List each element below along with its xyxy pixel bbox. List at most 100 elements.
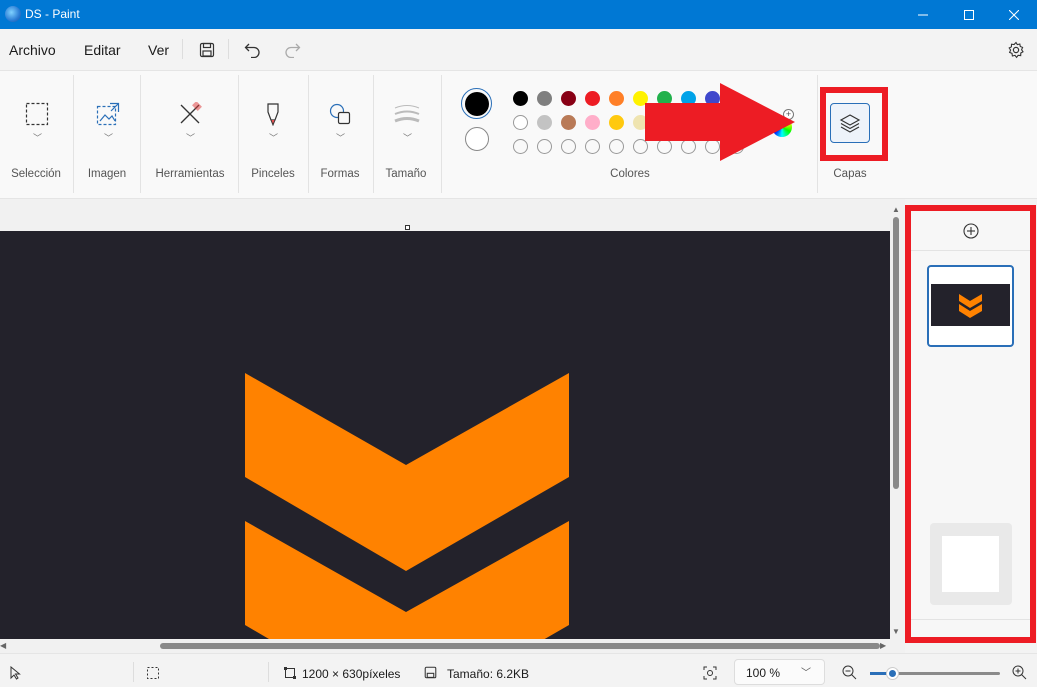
red-arrow-annotation [645, 83, 795, 161]
canvas-size-icon [284, 667, 296, 682]
zoom-in-icon[interactable] [1012, 665, 1027, 683]
color-swatch[interactable] [609, 115, 624, 130]
orange-chevron-logo [245, 373, 569, 639]
file-size: Tamaño: 6.2KB [447, 667, 530, 681]
color-swatch[interactable] [513, 115, 528, 130]
empty-color-slot[interactable] [561, 139, 576, 154]
size-lines-icon[interactable] [394, 101, 420, 127]
color-swatch[interactable] [561, 115, 576, 130]
chevron-down-icon[interactable]: ﹀ [403, 131, 412, 144]
layers-button[interactable] [830, 103, 870, 143]
brush-icon[interactable] [260, 101, 286, 127]
title-bar: DS - Paint [0, 0, 1037, 29]
window-title: DS - Paint [25, 7, 80, 21]
menu-editar[interactable]: Editar [84, 42, 121, 58]
layer-preview-image [931, 284, 1010, 326]
canvas-resize-handle[interactable] [405, 225, 410, 230]
ribbon: ﹀ Selección ﹀ Imagen ﹀ Herramientas ﹀ Pi… [0, 70, 1037, 199]
group-label-imagen: Imagen [87, 168, 127, 180]
color-swatch[interactable] [537, 91, 552, 106]
color-swatch[interactable] [585, 115, 600, 130]
tools-pencil-icon[interactable] [177, 101, 203, 127]
add-layer-button[interactable] [911, 211, 1030, 251]
zoom-select[interactable]: 100 % ﹀ [734, 659, 825, 685]
file-size-save-icon [424, 666, 437, 682]
chevron-down-icon[interactable]: ﹀ [186, 131, 195, 144]
zoom-slider-track[interactable] [870, 667, 1000, 680]
ribbon-divider [238, 75, 239, 193]
chevron-down-icon[interactable]: ﹀ [269, 131, 278, 144]
drawing-canvas[interactable] [0, 231, 890, 639]
minimize-button[interactable] [900, 0, 946, 29]
maximize-button[interactable] [946, 0, 992, 29]
ribbon-divider [373, 75, 374, 193]
chevron-down-icon[interactable]: ﹀ [104, 131, 113, 144]
secondary-color-button[interactable] [465, 127, 489, 151]
shapes-icon[interactable] [327, 101, 353, 127]
status-bar: 1200 × 630píxeles Tamaño: 6.2KB 100 % ﹀ [0, 653, 1037, 687]
layer-thumbnail-selected[interactable] [927, 265, 1014, 347]
layers-panel [905, 205, 1036, 643]
zoom-out-icon[interactable] [842, 665, 857, 683]
background-layer-thumbnail[interactable] [930, 523, 1012, 605]
panel-divider [911, 619, 1030, 620]
empty-color-slot[interactable] [585, 139, 600, 154]
redo-icon[interactable] [280, 38, 304, 62]
primary-color-swatch [464, 91, 489, 116]
scroll-down-arrow-icon[interactable]: ▼ [892, 627, 900, 636]
color-swatch[interactable] [561, 91, 576, 106]
horizontal-scrollbar[interactable]: ◀ ▶ [0, 641, 890, 651]
status-divider [268, 662, 269, 682]
menu-divider [182, 39, 183, 59]
vertical-scroll-thumb[interactable] [893, 217, 899, 489]
menu-bar: Archivo Editar Ver [0, 29, 1037, 70]
scroll-right-arrow-icon[interactable]: ▶ [880, 641, 886, 650]
fit-to-window-icon[interactable] [703, 666, 717, 683]
group-label-colores: Colores [610, 168, 650, 180]
menu-divider [228, 39, 229, 59]
undo-icon[interactable] [241, 38, 265, 62]
group-label-pinceles: Pinceles [251, 168, 295, 180]
chevron-down-icon: ﹀ [801, 668, 811, 679]
settings-gear-icon[interactable] [1004, 38, 1028, 62]
empty-color-slot[interactable] [537, 139, 552, 154]
group-label-herramientas: Herramientas [155, 168, 225, 180]
chevron-down-icon[interactable]: ﹀ [33, 131, 42, 144]
color-swatch[interactable] [537, 115, 552, 130]
scroll-left-arrow-icon[interactable]: ◀ [0, 641, 6, 650]
menu-archivo[interactable]: Archivo [9, 42, 56, 58]
zoom-value: 100 % [746, 666, 781, 680]
color-swatch[interactable] [609, 91, 624, 106]
group-label-tamano: Tamaño [385, 168, 427, 180]
canvas-dimensions: 1200 × 630píxeles [302, 667, 401, 681]
selection-size-icon [147, 667, 159, 682]
primary-color-button[interactable] [461, 88, 492, 119]
color-swatch[interactable] [513, 91, 528, 106]
group-label-capas: Capas [833, 168, 867, 180]
empty-color-slot[interactable] [609, 139, 624, 154]
chevron-down-icon[interactable]: ﹀ [336, 131, 345, 144]
ribbon-divider [441, 75, 442, 193]
close-button[interactable] [991, 0, 1037, 29]
layers-icon [839, 114, 861, 133]
ribbon-divider [308, 75, 309, 193]
empty-color-slot[interactable] [513, 139, 528, 154]
background-layer-preview [942, 536, 999, 592]
paint-app-icon [5, 6, 21, 22]
scroll-up-arrow-icon[interactable]: ▲ [892, 205, 900, 214]
menu-ver[interactable]: Ver [148, 42, 169, 58]
status-divider [133, 662, 134, 682]
image-tool-icon[interactable] [95, 101, 121, 127]
zoom-slider-thumb[interactable] [886, 667, 899, 680]
add-layer-icon [962, 222, 979, 239]
vertical-scrollbar[interactable]: ▲ ▼ [892, 205, 900, 637]
group-label-seleccion: Selección [11, 168, 61, 180]
color-swatch[interactable] [585, 91, 600, 106]
selection-tool-icon[interactable] [24, 101, 50, 127]
ribbon-divider [140, 75, 141, 193]
group-label-formas: Formas [320, 168, 360, 180]
canvas-workspace [0, 199, 905, 653]
save-icon[interactable] [195, 38, 219, 62]
horizontal-scroll-thumb[interactable] [160, 643, 880, 649]
pointer-cursor-icon [10, 665, 22, 683]
